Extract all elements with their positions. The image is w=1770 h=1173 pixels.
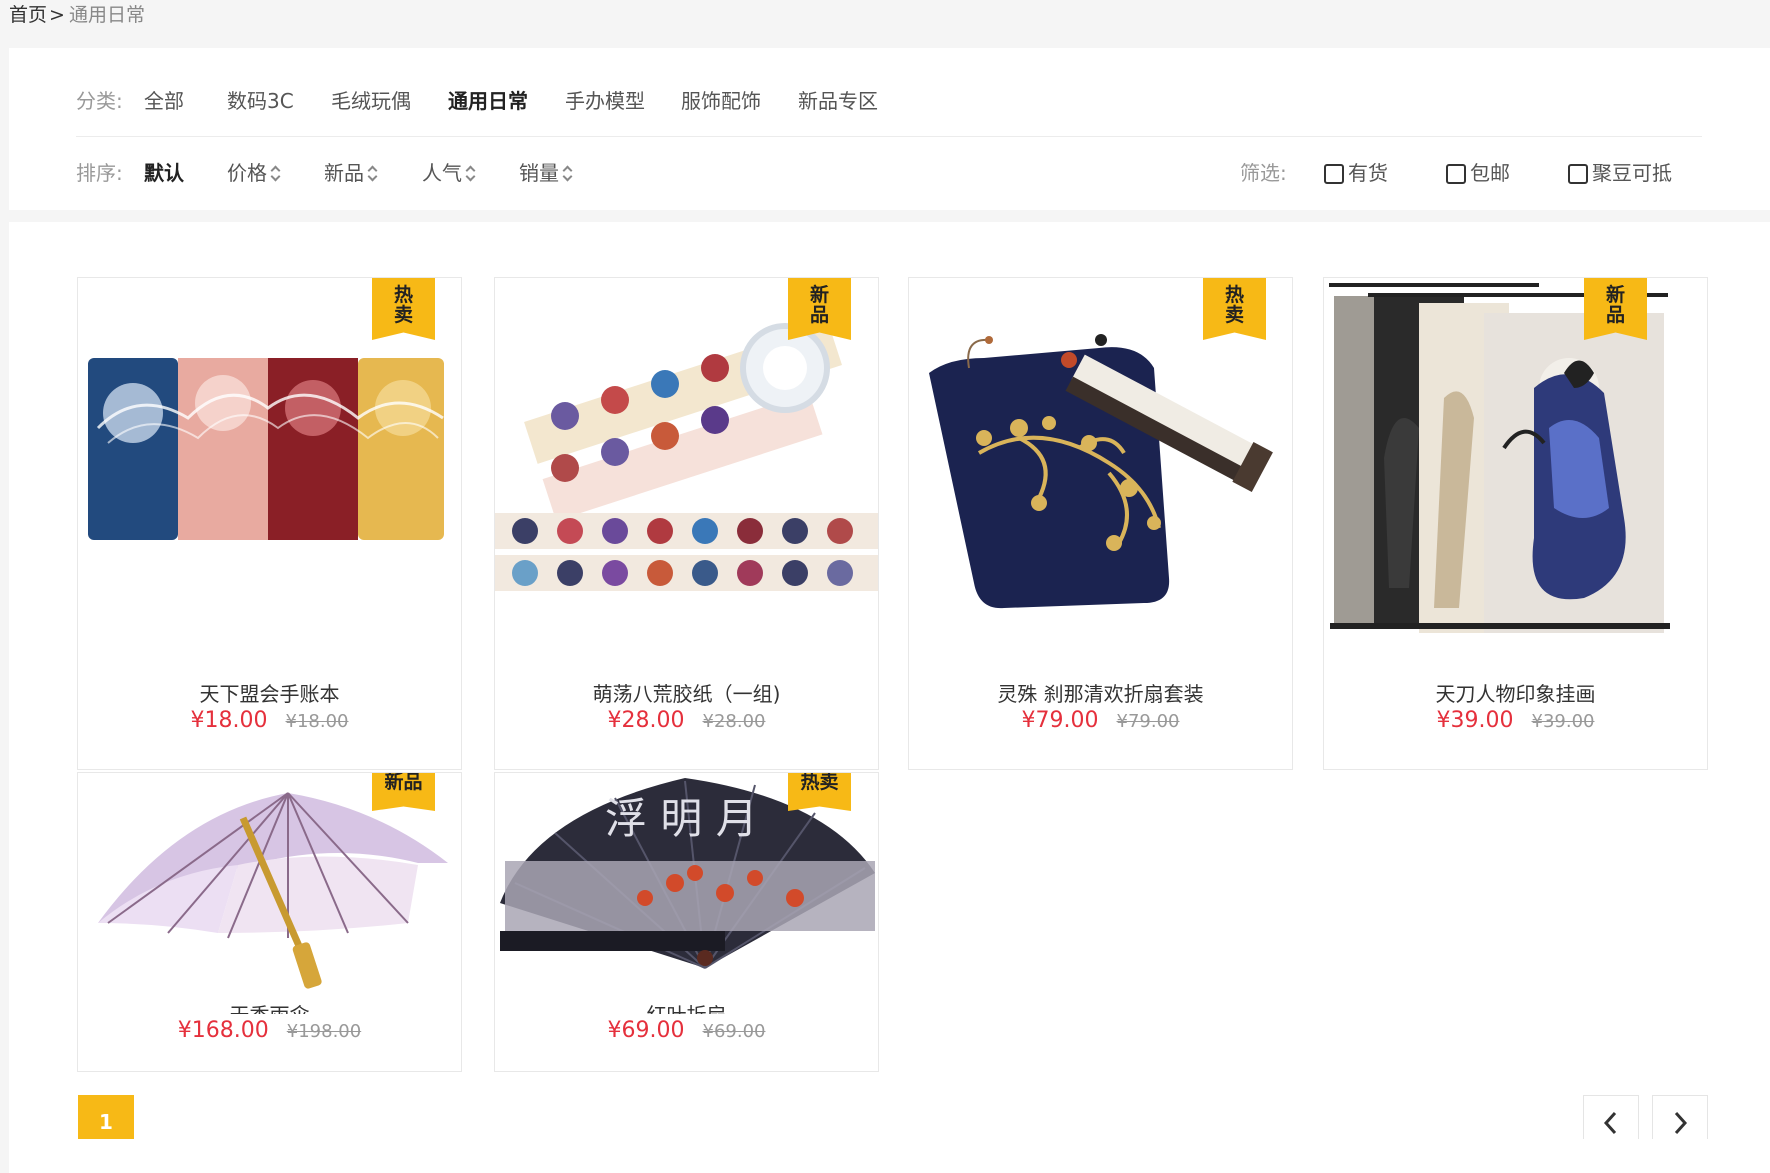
product-name[interactable]: 天香雨伞: [78, 998, 461, 1014]
product-card[interactable]: 热卖 天下盟会手账本 ¥18.00 ¥18.00: [77, 277, 462, 770]
sort-sales[interactable]: 销量: [519, 158, 573, 188]
sort-new-label: 新品: [324, 161, 364, 185]
breadcrumb-home-link[interactable]: 首页: [9, 4, 47, 26]
category-plush-dolls[interactable]: 毛绒玩偶: [331, 86, 411, 116]
price-row: ¥69.00 ¥69.00: [495, 1018, 878, 1043]
product-card[interactable]: 新品 天香雨伞 ¥168.00 ¥198.00: [77, 772, 462, 1072]
original-price: ¥18.00: [285, 711, 349, 732]
badge-text: 热卖: [1224, 284, 1244, 326]
category-new-arrivals[interactable]: 新品专区: [798, 86, 878, 116]
original-price: ¥198.00: [286, 1021, 362, 1042]
sort-popularity[interactable]: 人气: [422, 158, 476, 188]
product-name[interactable]: 天刀人物印象挂画: [1324, 678, 1707, 707]
product-card[interactable]: 热卖 灵殊 刹那清欢折扇套装 ¥79.00 ¥79.00: [908, 277, 1293, 770]
filter-divider: [76, 136, 1702, 137]
product-price: ¥39.00: [1436, 708, 1514, 733]
breadcrumb-separator: >: [49, 4, 65, 26]
price-row: ¥79.00 ¥79.00: [909, 708, 1292, 733]
breadcrumb: 首页 > 通用日常: [9, 4, 145, 26]
prev-page-button[interactable]: [1583, 1095, 1639, 1139]
sort-row: 排序: 默认 价格 新品 人气 销量 筛选: 有货 包邮 聚豆可抵: [9, 158, 1770, 188]
product-price: ¥69.00: [607, 1018, 685, 1043]
next-page-button[interactable]: [1652, 1095, 1708, 1139]
price-row: ¥168.00 ¥198.00: [78, 1018, 461, 1043]
hot-badge: 热卖: [372, 278, 435, 340]
filter-free-shipping-label: 包邮: [1470, 161, 1510, 185]
product-price: ¥28.00: [607, 708, 685, 733]
sort-price[interactable]: 价格: [227, 158, 281, 188]
sort-sales-label: 销量: [519, 161, 559, 185]
product-image[interactable]: [1324, 278, 1707, 648]
sort-arrows-icon: [271, 164, 281, 182]
original-price: ¥39.00: [1531, 711, 1595, 732]
product-card[interactable]: 新品 天刀人物印象挂画 ¥39.00 ¥39.00: [1323, 277, 1708, 770]
category-apparel-accessories[interactable]: 服饰配饰: [681, 86, 761, 116]
sort-popularity-label: 人气: [422, 161, 462, 185]
product-price: ¥79.00: [1021, 708, 1099, 733]
svg-text:浮 明 月: 浮 明 月: [605, 794, 758, 843]
category-figures-models[interactable]: 手办模型: [565, 86, 645, 116]
chevron-left-icon: [1603, 1111, 1617, 1135]
page-number-button[interactable]: 1: [78, 1095, 134, 1139]
badge-text: 热卖: [800, 772, 839, 793]
badge-text: 新品: [1605, 284, 1625, 326]
breadcrumb-current: 通用日常: [68, 4, 145, 26]
sort-arrows-icon: [563, 164, 573, 182]
sort-label: 排序:: [76, 161, 123, 185]
product-image[interactable]: [909, 278, 1292, 648]
sort-arrows-icon: [368, 164, 378, 182]
product-image[interactable]: [78, 773, 461, 1003]
product-card[interactable]: 浮 明 月 热卖 红叶折扇 ¥69.00 ¥69.00: [494, 772, 879, 1072]
filter-jd-points-label: 聚豆可抵: [1592, 161, 1672, 185]
new-badge: 新品: [788, 278, 851, 340]
new-badge: 新品: [1584, 278, 1647, 340]
product-card[interactable]: 新品 萌荡八荒胶纸（一组) ¥28.00 ¥28.00: [494, 277, 879, 770]
badge-text: 热卖: [393, 284, 413, 326]
price-row: ¥39.00 ¥39.00: [1324, 708, 1707, 733]
category-label: 分类:: [76, 89, 123, 113]
price-row: ¥18.00 ¥18.00: [78, 708, 461, 733]
product-image[interactable]: [78, 278, 461, 648]
screen-label: 筛选:: [1240, 161, 1287, 185]
category-daily-general[interactable]: 通用日常: [448, 86, 528, 116]
product-name[interactable]: 萌荡八荒胶纸（一组): [495, 678, 878, 707]
checkbox-icon[interactable]: [1446, 164, 1466, 184]
product-price: ¥18.00: [190, 708, 268, 733]
category-all[interactable]: 全部: [144, 86, 184, 116]
sort-new[interactable]: 新品: [324, 158, 378, 188]
original-price: ¥28.00: [702, 711, 766, 732]
filter-jd-points[interactable]: 聚豆可抵: [1568, 158, 1672, 188]
checkbox-icon[interactable]: [1324, 164, 1344, 184]
product-image[interactable]: 浮 明 月: [495, 773, 878, 1003]
badge-text: 新品: [809, 284, 829, 326]
badge-text: 新品: [384, 772, 423, 793]
filter-in-stock-label: 有货: [1348, 161, 1388, 185]
filter-free-shipping[interactable]: 包邮: [1446, 158, 1510, 188]
new-badge: 新品: [372, 773, 435, 811]
product-image[interactable]: [495, 278, 878, 648]
hot-badge: 热卖: [1203, 278, 1266, 340]
product-name[interactable]: 红叶折扇: [495, 998, 878, 1014]
category-row: 分类: 全部 数码3C 毛绒玩偶 通用日常 手办模型 服饰配饰 新品专区: [9, 86, 1770, 116]
sort-arrows-icon: [466, 164, 476, 182]
product-name[interactable]: 灵殊 刹那清欢折扇套装: [909, 678, 1292, 707]
checkbox-icon[interactable]: [1568, 164, 1588, 184]
price-row: ¥28.00 ¥28.00: [495, 708, 878, 733]
sort-default[interactable]: 默认: [144, 158, 184, 188]
filter-panel: 分类: 全部 数码3C 毛绒玩偶 通用日常 手办模型 服饰配饰 新品专区 排序:…: [9, 48, 1770, 210]
chevron-right-icon: [1674, 1111, 1688, 1135]
hot-badge: 热卖: [788, 773, 851, 811]
product-name[interactable]: 天下盟会手账本: [78, 678, 461, 707]
filter-in-stock[interactable]: 有货: [1324, 158, 1388, 188]
category-digital-3c[interactable]: 数码3C: [227, 86, 294, 116]
original-price: ¥69.00: [702, 1021, 766, 1042]
product-price: ¥168.00: [177, 1018, 269, 1043]
original-price: ¥79.00: [1116, 711, 1180, 732]
sort-price-label: 价格: [227, 161, 267, 185]
